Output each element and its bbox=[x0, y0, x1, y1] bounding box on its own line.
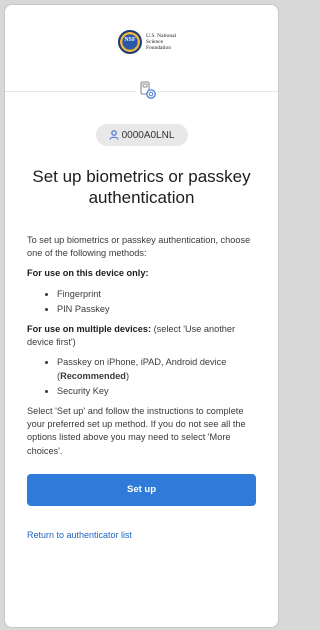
person-icon bbox=[109, 130, 119, 140]
device-only-list: Fingerprint PIN Passkey bbox=[27, 288, 256, 316]
item-suffix: ) bbox=[125, 370, 129, 381]
logo-line-1: U.S. National bbox=[146, 32, 177, 39]
nsf-seal-icon: NSF bbox=[118, 30, 142, 54]
setup-instructions: Select 'Set up' and follow the instructi… bbox=[27, 406, 246, 456]
device-only-heading: For use on this device only: bbox=[27, 268, 149, 279]
list-item: PIN Passkey bbox=[57, 303, 256, 316]
recommended-label: Recommended bbox=[60, 370, 126, 381]
user-id: 0000A0LNL bbox=[121, 129, 175, 141]
intro-text: To set up biometrics or passkey authenti… bbox=[27, 235, 251, 259]
card-header: NSF U.S. National Science Foundation bbox=[5, 5, 278, 101]
seal-text: NSF bbox=[124, 37, 136, 43]
card-content: 0000A0LNL Set up biometrics or passkey a… bbox=[5, 124, 278, 540]
list-item: Security Key bbox=[57, 385, 256, 398]
multi-device-heading: For use on multiple devices: (select 'Us… bbox=[27, 323, 256, 349]
auth-card: NSF U.S. National Science Foundation 000… bbox=[4, 4, 279, 628]
list-item: Fingerprint bbox=[57, 288, 256, 301]
instructions-body: To set up biometrics or passkey authenti… bbox=[27, 234, 256, 458]
user-identifier-chip: 0000A0LNL bbox=[95, 124, 188, 146]
passkey-factor-icon bbox=[136, 79, 158, 101]
list-item: Passkey on iPhone, iPAD, Android device … bbox=[57, 356, 256, 382]
multi-device-heading-bold: For use on multiple devices: bbox=[27, 324, 152, 335]
nsf-logo: NSF U.S. National Science Foundation bbox=[118, 30, 176, 54]
return-to-authenticator-list-link[interactable]: Return to authenticator list bbox=[27, 530, 256, 540]
logo-line-3: Foundation bbox=[146, 45, 172, 52]
multi-device-list: Passkey on iPhone, iPAD, Android device … bbox=[27, 356, 256, 398]
setup-button[interactable]: Set up bbox=[27, 473, 256, 506]
page-title: Set up biometrics or passkey authenticat… bbox=[32, 167, 251, 207]
logo-text: U.S. National Science Foundation bbox=[146, 33, 176, 52]
